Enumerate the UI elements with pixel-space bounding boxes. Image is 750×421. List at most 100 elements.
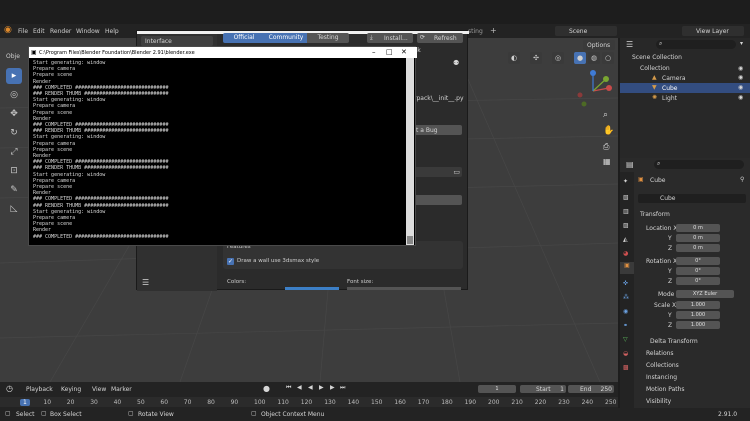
next-key-icon[interactable]: ▶ bbox=[330, 384, 335, 391]
view-menu[interactable]: View bbox=[92, 386, 106, 393]
install-button[interactable]: ⤓ Install... bbox=[367, 33, 413, 43]
location-x-field[interactable]: 0 m bbox=[676, 224, 720, 232]
delta-transform-header[interactable]: Delta Transform bbox=[650, 338, 698, 345]
world-tab-icon[interactable]: ◕ bbox=[623, 250, 628, 257]
properties-search-input[interactable]: ⌕ bbox=[654, 160, 744, 169]
current-frame-field[interactable]: 1 bbox=[478, 385, 516, 393]
data-tab-icon[interactable]: ▽ bbox=[623, 336, 628, 343]
location-z-field[interactable]: 0 m bbox=[676, 244, 720, 252]
view-layer-tab-icon[interactable]: ▨ bbox=[623, 222, 629, 229]
playback-menu[interactable]: Playback bbox=[26, 386, 53, 393]
menu-edit[interactable]: Edit bbox=[33, 28, 45, 35]
blender-logo-icon[interactable]: ◉ bbox=[4, 25, 12, 35]
prev-key-icon[interactable]: ◀ bbox=[297, 384, 302, 391]
view-layer-selector[interactable]: View Layer bbox=[682, 26, 744, 36]
rotation-z-field[interactable]: 0° bbox=[676, 277, 720, 285]
properties-editor-icon[interactable]: ▤ bbox=[626, 160, 634, 169]
menu-help[interactable]: Help bbox=[105, 28, 119, 35]
shading-rendered-icon[interactable]: ○ bbox=[602, 52, 614, 64]
hamburger-menu-icon[interactable]: ☰ bbox=[142, 278, 149, 287]
end-frame-field[interactable]: End 250 bbox=[568, 385, 614, 393]
output-tab-icon[interactable]: ▥ bbox=[623, 208, 629, 215]
scale-z-field[interactable]: 1.000 bbox=[676, 321, 720, 329]
navigation-gizmo[interactable] bbox=[570, 68, 616, 114]
folder-icon[interactable]: ▭ bbox=[453, 168, 460, 176]
addon-path-field[interactable]: ▭ bbox=[414, 167, 462, 177]
tool-tab-icon[interactable]: ✦ bbox=[623, 178, 628, 185]
scene-selector[interactable]: Scene bbox=[555, 26, 617, 36]
minimize-icon[interactable]: – bbox=[372, 48, 376, 56]
annotate-tool-icon[interactable]: ✎ bbox=[6, 182, 22, 198]
instancing-header[interactable]: Instancing bbox=[646, 374, 677, 381]
collections-header[interactable]: Collections bbox=[646, 362, 679, 369]
shading-material-icon[interactable]: ◍ bbox=[588, 52, 600, 64]
scene-collection-label[interactable]: Scene Collection bbox=[632, 54, 682, 61]
console-titlebar[interactable]: ▣ C:\Program Files\Blender Foundation\Bl… bbox=[29, 47, 417, 58]
jump-start-icon[interactable]: ⏮ bbox=[286, 384, 291, 392]
play-reverse-icon[interactable]: ◀ bbox=[308, 384, 313, 391]
prefs-interface-item[interactable]: Interface bbox=[141, 36, 213, 46]
maximize-icon[interactable]: □ bbox=[386, 48, 393, 56]
modifier-tab-icon[interactable]: ✜ bbox=[623, 280, 628, 287]
pin-icon[interactable]: ⚲ bbox=[740, 176, 744, 183]
visibility-header[interactable]: Visibility bbox=[646, 398, 671, 405]
eye-icon[interactable]: ◉ bbox=[738, 94, 743, 101]
move-tool-icon[interactable]: ✥ bbox=[6, 106, 22, 122]
transform-panel-header[interactable]: Transform bbox=[640, 211, 670, 218]
texture-tab-icon[interactable]: ▩ bbox=[623, 364, 629, 371]
shading-solid-icon[interactable]: ● bbox=[574, 52, 586, 64]
addon-action-button[interactable] bbox=[414, 195, 462, 205]
color-swatch[interactable] bbox=[285, 287, 339, 290]
gizmo-icon[interactable]: ✣ bbox=[530, 52, 542, 64]
tab-testing[interactable]: Testing bbox=[307, 33, 349, 43]
collection-label[interactable]: Collection bbox=[640, 65, 670, 72]
object-tab-icon[interactable]: ▣ bbox=[620, 262, 634, 274]
console-scrollbar[interactable] bbox=[406, 58, 414, 245]
editor-type-icon[interactable]: ☰ bbox=[626, 40, 633, 49]
outliner-item-light[interactable]: ✺ Light ◉ bbox=[620, 93, 750, 103]
outliner-item-camera[interactable]: ▲ Camera ◉ bbox=[620, 73, 750, 83]
auto-key-icon[interactable]: ● bbox=[263, 384, 270, 393]
eye-icon[interactable]: ◉ bbox=[738, 84, 743, 91]
menu-window[interactable]: Window bbox=[76, 28, 100, 35]
filter-icon[interactable]: ▾ bbox=[740, 40, 743, 47]
scrollbar-thumb[interactable] bbox=[407, 236, 413, 244]
close-icon[interactable]: ✕ bbox=[401, 48, 407, 56]
outliner-item-cube[interactable]: ▼ Cube ◉ bbox=[620, 83, 750, 93]
rotation-y-field[interactable]: 0° bbox=[676, 267, 720, 275]
report-bug-button[interactable]: t a Bug bbox=[414, 125, 462, 135]
zoom-icon[interactable]: ⌕ bbox=[603, 110, 608, 120]
object-name-field[interactable]: Cube bbox=[638, 194, 746, 203]
rotation-x-field[interactable]: 0° bbox=[676, 257, 720, 265]
refresh-button[interactable]: ⟳ Refresh bbox=[417, 33, 463, 43]
relations-header[interactable]: Relations bbox=[646, 350, 674, 357]
eye-icon[interactable]: ◉ bbox=[738, 74, 743, 81]
font-size-field[interactable] bbox=[347, 287, 461, 290]
frame-ruler[interactable]: 1 10 20 30 40 50 60 70 80 90 100 110 120 130 140 150 160… bbox=[0, 397, 618, 407]
transform-tool-icon[interactable]: ⊡ bbox=[6, 163, 22, 179]
select-tool-icon[interactable]: ▸ bbox=[6, 68, 22, 84]
play-icon[interactable]: ▶ bbox=[319, 384, 324, 391]
timeline-editor-icon[interactable]: ◷ bbox=[6, 384, 13, 393]
measure-tool-icon[interactable]: ◺ bbox=[6, 201, 22, 217]
tab-official[interactable]: Official bbox=[223, 33, 265, 43]
rotation-mode-dropdown[interactable]: XYZ Euler bbox=[676, 290, 734, 298]
scale-tool-icon[interactable]: ⤢ bbox=[6, 144, 22, 160]
wall-style-checkbox[interactable]: ✓ bbox=[227, 258, 234, 265]
constraints-tab-icon[interactable]: ⚭ bbox=[623, 322, 628, 329]
physics-tab-icon[interactable]: ◉ bbox=[623, 308, 628, 315]
keying-menu[interactable]: Keying bbox=[61, 386, 81, 393]
motion-paths-header[interactable]: Motion Paths bbox=[646, 386, 685, 393]
render-tab-icon[interactable]: ▧ bbox=[623, 194, 629, 201]
workspace-tab-testing[interactable]: sting bbox=[468, 28, 483, 35]
menu-file[interactable]: File bbox=[18, 28, 28, 35]
options-dropdown[interactable]: Options bbox=[583, 40, 615, 50]
rotate-tool-icon[interactable]: ↻ bbox=[6, 125, 22, 141]
scale-x-field[interactable]: 1.000 bbox=[676, 301, 720, 309]
viewport-mode-partial[interactable]: Obje bbox=[6, 53, 20, 60]
menu-render[interactable]: Render bbox=[50, 28, 71, 35]
pan-hand-icon[interactable]: ✋ bbox=[603, 126, 614, 136]
outliner-search-input[interactable]: ⌕ bbox=[656, 40, 736, 49]
material-tab-icon[interactable]: ◒ bbox=[623, 350, 628, 357]
collection-visibility-icon[interactable]: ◉ bbox=[738, 65, 743, 72]
